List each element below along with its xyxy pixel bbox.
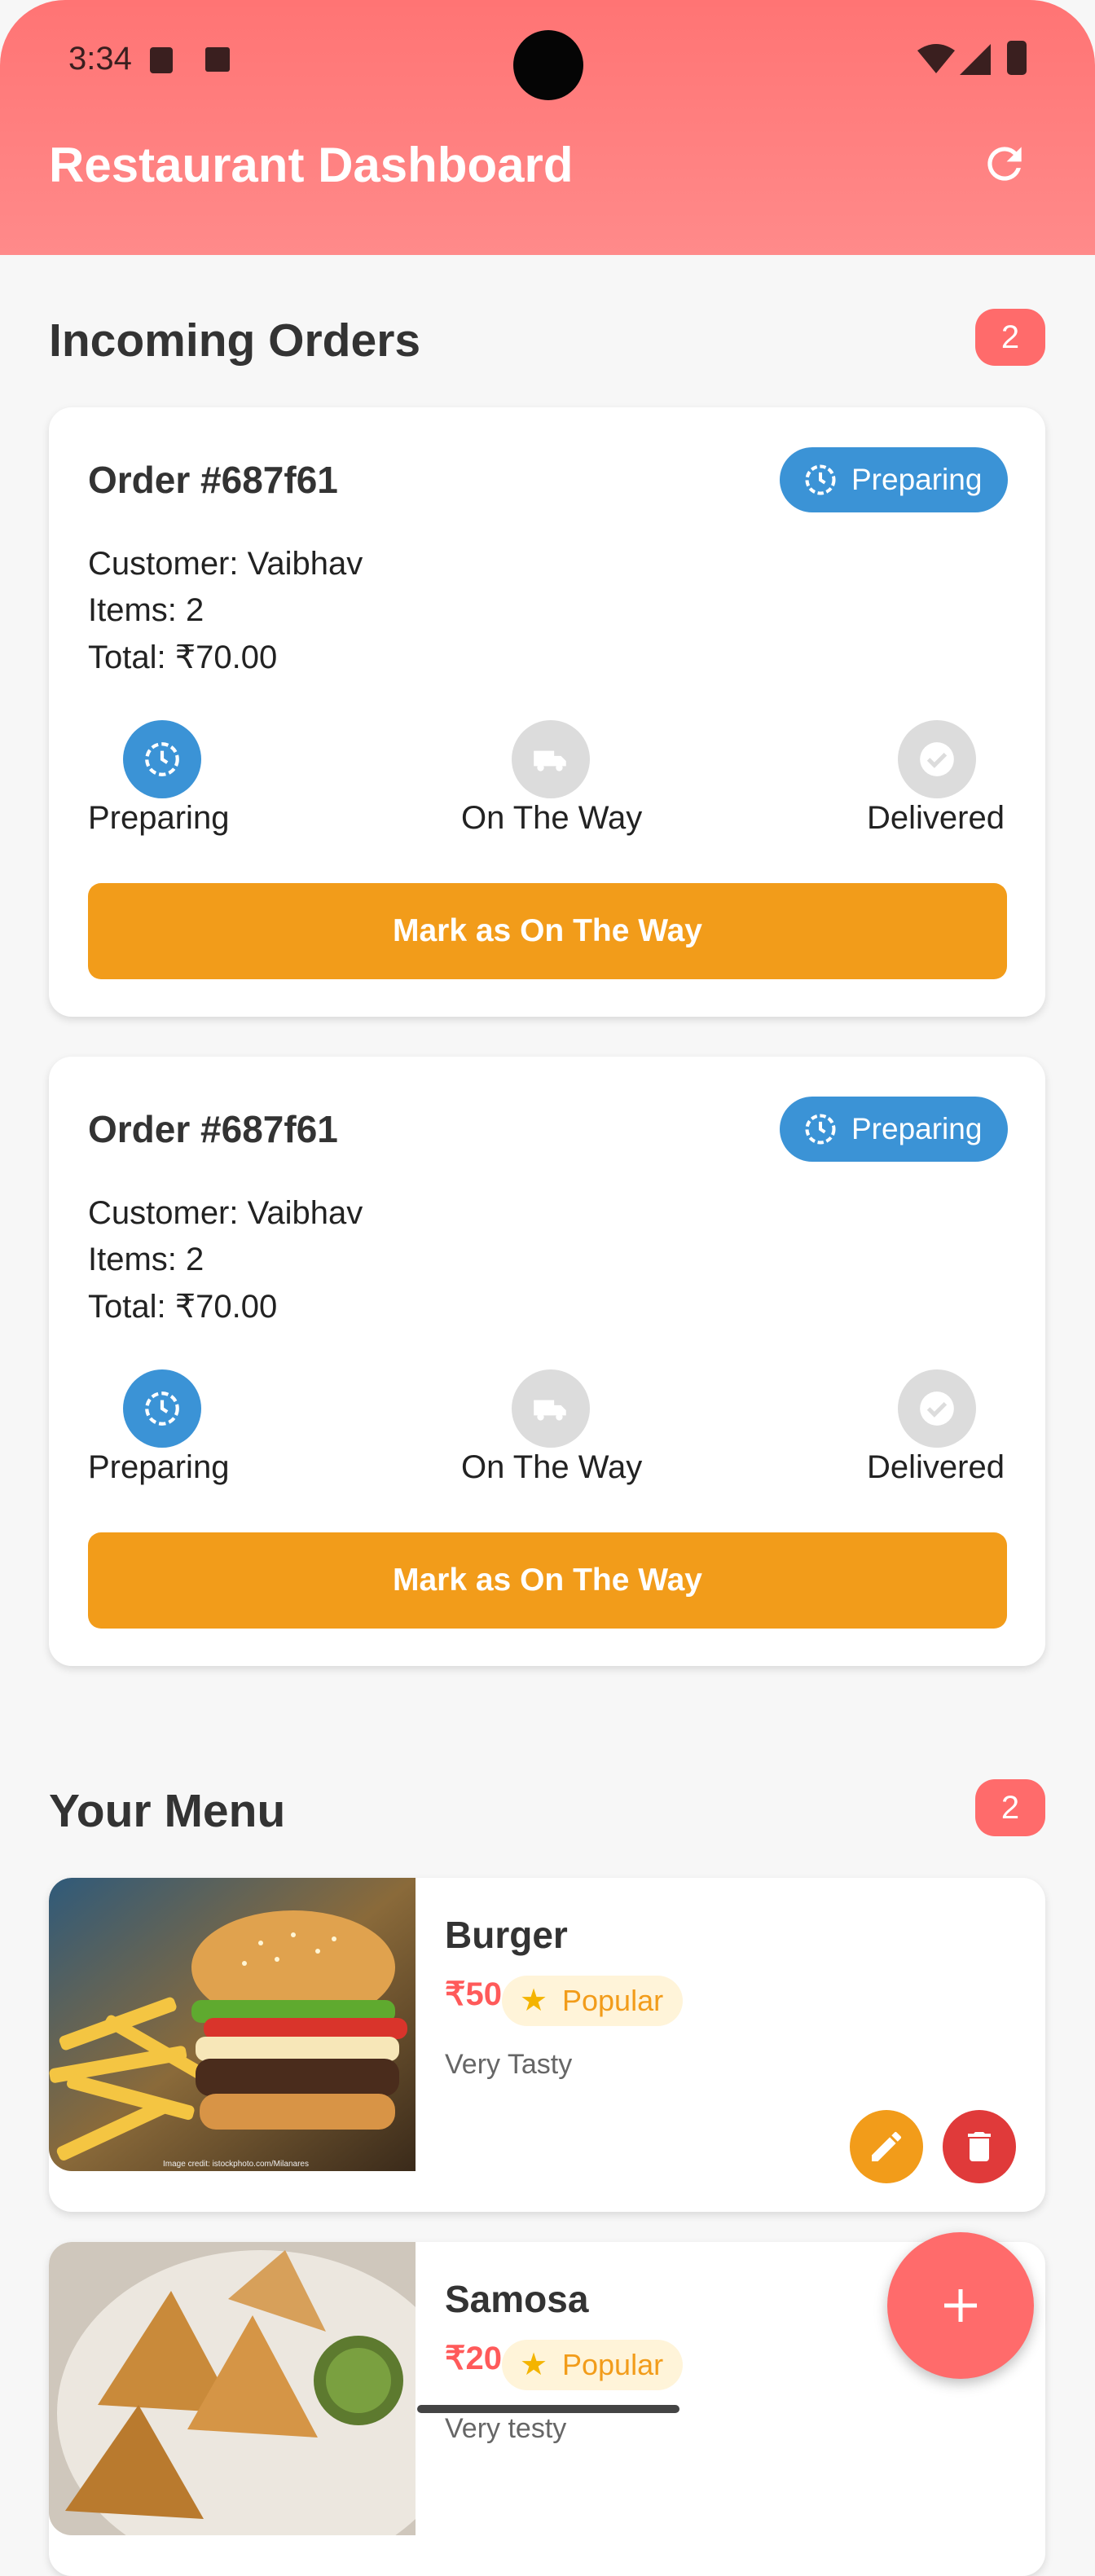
app-header: 3:34 Restaurant Dashboard xyxy=(0,0,1095,255)
food-description: Very testy xyxy=(445,2413,567,2444)
step-on-the-way xyxy=(512,1369,590,1448)
order-total: Total: ₹70.00 xyxy=(88,640,278,675)
step-label-on-the-way: On The Way xyxy=(461,800,643,836)
step-preparing xyxy=(123,720,201,798)
truck-icon xyxy=(534,750,566,771)
item-count: Items: 2 xyxy=(88,592,204,628)
order-title: Order #687f61 xyxy=(88,1108,338,1150)
check-icon xyxy=(920,742,954,776)
status-badge-label: Preparing xyxy=(851,463,983,496)
edit-button[interactable] xyxy=(850,2110,923,2183)
add-menu-item-button[interactable] xyxy=(887,2232,1034,2379)
check-icon xyxy=(920,1391,954,1426)
wifi-icon xyxy=(917,44,955,73)
star-icon: ★ xyxy=(520,2348,548,2382)
clock-icon xyxy=(805,464,836,495)
plus-icon xyxy=(944,2289,977,2322)
trash-icon xyxy=(968,2132,991,2161)
popular-tag-label: Popular xyxy=(562,1984,664,2017)
menu-count-badge: 2 xyxy=(975,1779,1045,1836)
app-notification-icon xyxy=(205,47,230,72)
item-count: Items: 2 xyxy=(88,1242,204,1277)
food-description: Very Tasty xyxy=(445,2049,573,2080)
status-badge: Preparing xyxy=(780,447,1008,512)
star-icon: ★ xyxy=(520,1984,548,2018)
mark-on-the-way-button[interactable]: Mark as On The Way xyxy=(88,883,1007,979)
popular-tag-label: Popular xyxy=(562,2348,664,2381)
food-price: ₹20 xyxy=(445,2341,502,2376)
status-time: 3:34 xyxy=(68,41,132,77)
step-label-on-the-way: On The Way xyxy=(461,1449,643,1485)
camera-cutout xyxy=(513,30,583,100)
clock-icon xyxy=(145,742,179,776)
order-card: Order #687f61 Preparing Customer: Vaibha… xyxy=(49,1057,1045,1666)
home-indicator[interactable] xyxy=(417,2405,679,2413)
refresh-icon xyxy=(987,147,1022,181)
delete-button[interactable] xyxy=(943,2110,1016,2183)
menu-section-title: Your Menu xyxy=(49,1785,286,1837)
popular-tag: ★ Popular xyxy=(502,1976,683,2026)
battery-icon xyxy=(1007,41,1027,75)
image-credit: Image credit: istockphoto.com/Milanares xyxy=(163,2160,309,2169)
order-total: Total: ₹70.00 xyxy=(88,1289,278,1325)
step-delivered xyxy=(898,720,976,798)
customer-name: Customer: Vaibhav xyxy=(88,1195,363,1231)
clock-icon xyxy=(805,1114,836,1145)
step-label-preparing: Preparing xyxy=(88,800,230,836)
orders-count-badge: 2 xyxy=(975,309,1045,366)
step-label-delivered: Delivered xyxy=(867,1449,1005,1485)
truck-icon xyxy=(534,1400,566,1421)
status-badge-label: Preparing xyxy=(851,1112,983,1145)
food-name: Burger xyxy=(445,1914,568,1956)
popular-tag: ★ Popular xyxy=(502,2340,683,2390)
order-title: Order #687f61 xyxy=(88,459,338,501)
clock-icon xyxy=(145,1391,179,1426)
mark-on-the-way-button[interactable]: Mark as On The Way xyxy=(88,1532,1007,1629)
step-label-delivered: Delivered xyxy=(867,800,1005,836)
orders-section-title: Incoming Orders xyxy=(49,314,421,367)
pencil-icon xyxy=(872,2131,902,2161)
refresh-button[interactable] xyxy=(979,138,1030,189)
food-image xyxy=(49,2242,416,2535)
step-delivered xyxy=(898,1369,976,1448)
page-title: Restaurant Dashboard xyxy=(49,138,574,192)
order-card: Order #687f61 Preparing Customer: Vaibha… xyxy=(49,407,1045,1017)
customer-name: Customer: Vaibhav xyxy=(88,546,363,582)
food-image: Image credit: istockphoto.com/Milanares xyxy=(49,1878,416,2171)
food-price: ₹50 xyxy=(445,1976,502,2012)
menu-item-card[interactable]: Image credit: istockphoto.com/Milanares … xyxy=(49,1878,1045,2212)
cell-signal-icon xyxy=(960,44,991,75)
status-badge: Preparing xyxy=(780,1097,1008,1162)
step-label-preparing: Preparing xyxy=(88,1449,230,1485)
sd-card-icon xyxy=(150,47,173,73)
step-on-the-way xyxy=(512,720,590,798)
step-preparing xyxy=(123,1369,201,1448)
food-name: Samosa xyxy=(445,2278,589,2320)
